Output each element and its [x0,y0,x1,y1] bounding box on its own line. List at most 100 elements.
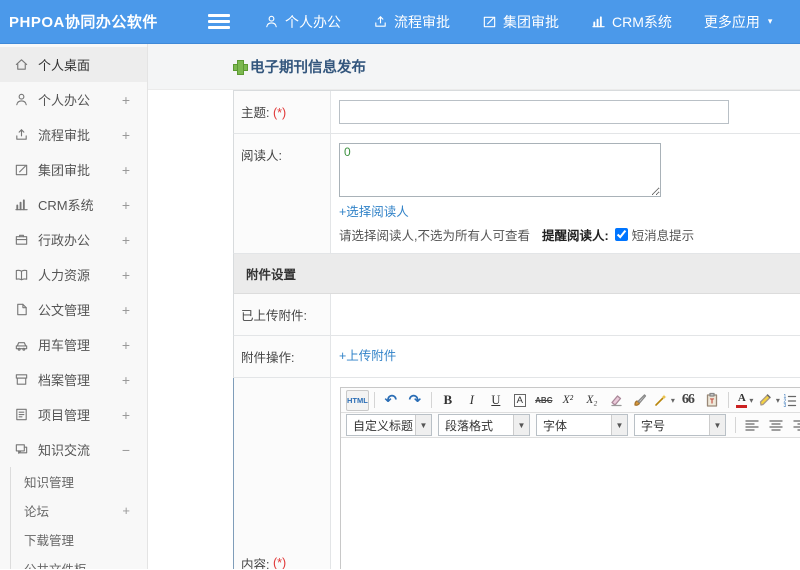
person-icon [14,92,29,107]
align-center-button[interactable] [765,415,787,436]
subject-label: 主题: (*) [234,91,331,133]
nav-label: 更多应用 [703,13,760,30]
car-icon [14,337,29,352]
sidebar-item-archive-mgmt[interactable]: 档案管理 + [0,362,147,397]
blockquote-button[interactable]: 66 [677,390,699,411]
sidebar-item-label: 个人桌面 [38,58,91,73]
sidebar-item-workflow-approval[interactable]: 流程审批 + [0,117,147,152]
expand-toggle[interactable]: + [122,407,130,423]
nav-personal-office[interactable]: 个人办公 [248,0,357,44]
sidebar-item-crm-system[interactable]: CRM系统 + [0,187,147,222]
nav-more-apps[interactable]: 更多应用 ▾ [688,0,789,44]
expand-toggle[interactable]: + [122,337,130,353]
chevron-down-icon: ▼ [709,415,725,435]
sidebar-item-human-resources[interactable]: 人力资源 + [0,257,147,292]
subject-input[interactable] [339,100,729,124]
workflow-icon [14,127,29,142]
expand-toggle[interactable]: + [122,232,130,248]
expand-toggle[interactable]: + [122,162,130,178]
paste-button[interactable]: T [701,390,723,411]
toolbar-separator [373,392,375,408]
sidebar-item-document-mgmt[interactable]: 公文管理 + [0,292,147,327]
font-color-button[interactable]: A ▾ [734,390,756,411]
uploaded-attachments-value [331,294,800,335]
project-icon [14,407,29,422]
readers-row: 阅读人: 0 +选择阅读人 请选择阅读人,不选为所有人可查看 提醒阅读人: 短消… [233,134,800,254]
sidebar-item-label: 下载管理 [24,534,75,548]
select-readers-link[interactable]: +选择阅读人 [339,201,409,220]
upload-attachment-link[interactable]: +上传附件 [339,349,396,363]
sidebar-item-admin-office[interactable]: 行政办公 + [0,222,147,257]
remind-readers-label: 提醒阅读人: [541,229,609,243]
italic-button[interactable]: I [461,390,483,411]
select-value: 段落格式 [445,418,494,433]
chat-icon [14,442,29,457]
format-brush-button[interactable] [629,390,651,411]
select-value: 字体 [543,418,568,433]
sms-label: 短消息提示 [631,229,695,243]
nav-workflow-approval[interactable]: 流程审批 [357,0,466,44]
sidebar-item-label: 公文管理 [38,303,91,318]
expand-toggle[interactable]: + [122,267,130,283]
top-nav: 个人办公 流程审批 集团审批 CRM系统 更多应用 ▾ [248,0,788,44]
expand-toggle[interactable]: + [122,197,130,213]
readers-textarea[interactable]: 0 [339,143,661,197]
attachment-section-header: 附件设置 [233,254,800,294]
app-logo: PHPOA协同办公软件 [9,14,158,31]
nav-crm-system[interactable]: CRM系统 [575,0,688,44]
expand-toggle[interactable]: + [122,372,130,388]
sidebar: 个人桌面 个人办公 + 流程审批 + 集团审批 + CRM系统 + 行政办公 + 人力资源 + 公文管理 +… [0,44,148,569]
bold-button[interactable]: B [437,390,459,411]
nav-label: 个人办公 [285,13,341,30]
nav-group-approval[interactable]: 集团审批 [466,0,575,44]
sidebar-item-public-file-cabinet[interactable]: 公共文件柜 [10,554,147,569]
attachment-ops-row: 附件操作: +上传附件 [233,336,800,378]
highlight-button[interactable]: ▾ [758,390,780,411]
sidebar-item-personal-office[interactable]: 个人办公 + [0,82,147,117]
undo-button[interactable]: ↶ [380,390,402,411]
redo-button[interactable]: ↷ [404,390,426,411]
edit-icon [482,14,497,29]
chevron-down-icon: ▾ [670,395,675,405]
font-box-button[interactable]: A [509,390,531,411]
expand-toggle[interactable]: + [122,92,130,108]
font-size-select[interactable]: 字号 ▼ [634,414,726,436]
sidebar-item-personal-desktop[interactable]: 个人桌面 [0,47,147,82]
sidebar-item-vehicle-mgmt[interactable]: 用车管理 + [0,327,147,362]
sidebar-item-knowledge-mgmt[interactable]: 知识管理 [10,467,147,496]
eraser-button[interactable] [605,390,627,411]
sidebar-item-download-mgmt[interactable]: 下载管理 [10,525,147,554]
edit-icon [14,162,29,177]
subscript-button[interactable]: X₂ [581,390,603,411]
editor-toolbar-row1: HTML↶↷BIUAABCX²X₂▾66TA▾▾123▾ [341,388,800,413]
paragraph-format-select[interactable]: 段落格式 ▼ [438,414,530,436]
sidebar-item-project-mgmt[interactable]: 项目管理 + [0,397,147,432]
expand-toggle[interactable]: + [122,127,130,143]
editor-content[interactable] [341,438,800,569]
sms-checkbox[interactable] [614,228,628,241]
sidebar-item-label: 集团审批 [38,163,91,178]
superscript-button[interactable]: X² [557,390,579,411]
expand-toggle[interactable]: + [122,302,130,318]
sidebar-item-forum[interactable]: 论坛 + [10,496,147,525]
html-source-button[interactable]: HTML [346,389,369,411]
publish-form: 主题: (*) 阅读人: 0 +选择阅读人 请选择阅读人,不选为所有人可查看 提… [233,90,800,569]
expand-toggle[interactable]: − [122,442,130,458]
magic-wand-button[interactable]: ▾ [653,390,675,411]
font-family-select[interactable]: 字体 ▼ [536,414,628,436]
editor-toolbar-row2: 自定义标题 ▼ 段落格式 ▼ 字体 ▼ 字号 ▼ [341,413,800,438]
strikethrough-button[interactable]: ABC [533,390,555,411]
sidebar-item-group-approval[interactable]: 集团审批 + [0,152,147,187]
chevron-down-icon: ▼ [513,415,529,435]
expand-toggle[interactable]: + [122,503,130,518]
align-left-button[interactable] [741,415,763,436]
chevron-down-icon: ▾ [749,395,754,405]
sidebar-item-knowledge-exchange[interactable]: 知识交流 − [0,432,147,467]
ordered-list-button[interactable]: 123▾ [782,390,800,411]
custom-title-select[interactable]: 自定义标题 ▼ [346,414,432,436]
hamburger-menu-icon[interactable] [208,14,230,29]
sidebar-item-label: 知识交流 [38,443,91,458]
title-band: 电子期刊信息发布 [148,44,800,90]
align-right-button[interactable] [789,415,800,436]
underline-button[interactable]: U [485,390,507,411]
